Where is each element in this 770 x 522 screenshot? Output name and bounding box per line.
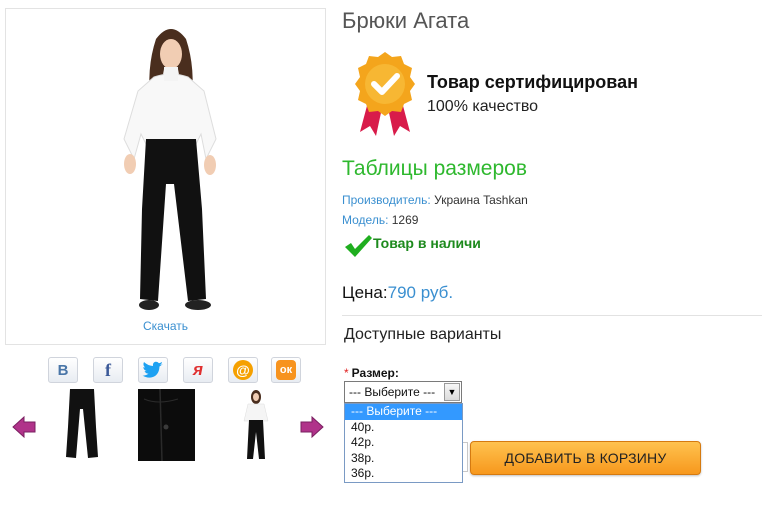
facebook-icon: f — [105, 359, 111, 380]
size-option[interactable]: 42р. — [345, 435, 462, 451]
vkontakte-icon: В — [57, 361, 69, 379]
in-stock-check-icon — [345, 235, 372, 257]
thumbnail-pants-front[interactable] — [56, 387, 116, 463]
price-value: 790 руб. — [387, 283, 454, 302]
model-label: Модель: — [342, 213, 389, 227]
size-select[interactable]: --- Выберите --- ▼ — [344, 381, 462, 403]
price-row: Цена:790 руб. — [342, 283, 453, 303]
facebook-share-button[interactable]: f — [93, 357, 123, 383]
model-value: 1269 — [391, 213, 419, 227]
manufacturer-label[interactable]: Производитель: — [342, 193, 431, 207]
mail-ru-icon: @ — [233, 360, 253, 380]
add-to-cart-button[interactable]: ДОБАВИТЬ В КОРЗИНУ — [470, 441, 701, 475]
size-option[interactable]: --- Выберите --- — [345, 404, 462, 420]
thumbnail-pants-detail[interactable] — [138, 388, 195, 462]
size-select-value: --- Выберите --- — [349, 385, 436, 399]
thumbnail-model[interactable] — [226, 387, 286, 463]
manufacturer-value: Украина Tashkan — [434, 193, 528, 207]
required-mark: * — [344, 366, 349, 380]
model-row: Модель: 1269 — [342, 213, 418, 227]
certificate-badge-icon — [355, 52, 415, 136]
size-label-text: Размер: — [351, 366, 399, 380]
moi-krug-icon: я — [192, 360, 203, 379]
download-link[interactable]: Скачать — [5, 319, 326, 333]
odnoklassniki-icon: ок — [276, 360, 296, 380]
size-option[interactable]: 40р. — [345, 420, 462, 436]
prev-arrow-icon[interactable] — [11, 414, 37, 440]
vkontakte-share-button[interactable]: В — [48, 357, 78, 383]
product-title: Брюки Агата — [342, 8, 470, 33]
certificate-title: Товар сертифицирован — [427, 72, 638, 92]
odnoklassniki-share-button[interactable]: ок — [271, 357, 301, 383]
size-option[interactable]: 36р. — [345, 466, 462, 482]
main-product-image[interactable] — [5, 8, 326, 345]
size-label: * Размер: — [344, 366, 399, 380]
stock-status: Товар в наличи — [373, 235, 481, 251]
divider — [342, 315, 762, 316]
chevron-down-icon[interactable]: ▼ — [444, 383, 460, 401]
moi-krug-share-button[interactable]: я — [183, 357, 213, 383]
size-dropdown-list: --- Выберите --- 40р. 42р. 38р. 36р. — [344, 403, 463, 483]
variants-title: Доступные варианты — [344, 326, 502, 343]
certificate-subtitle: 100% качество — [427, 98, 539, 115]
twitter-share-button[interactable] — [138, 357, 168, 383]
size-option[interactable]: 38р. — [345, 451, 462, 467]
price-label: Цена: — [342, 283, 388, 302]
next-arrow-icon[interactable] — [299, 414, 325, 440]
twitter-icon — [142, 361, 163, 378]
size-table-link[interactable]: Таблицы размеров — [342, 157, 527, 181]
mail-ru-share-button[interactable]: @ — [228, 357, 258, 383]
manufacturer-row: Производитель: Украина Tashkan — [342, 193, 528, 207]
